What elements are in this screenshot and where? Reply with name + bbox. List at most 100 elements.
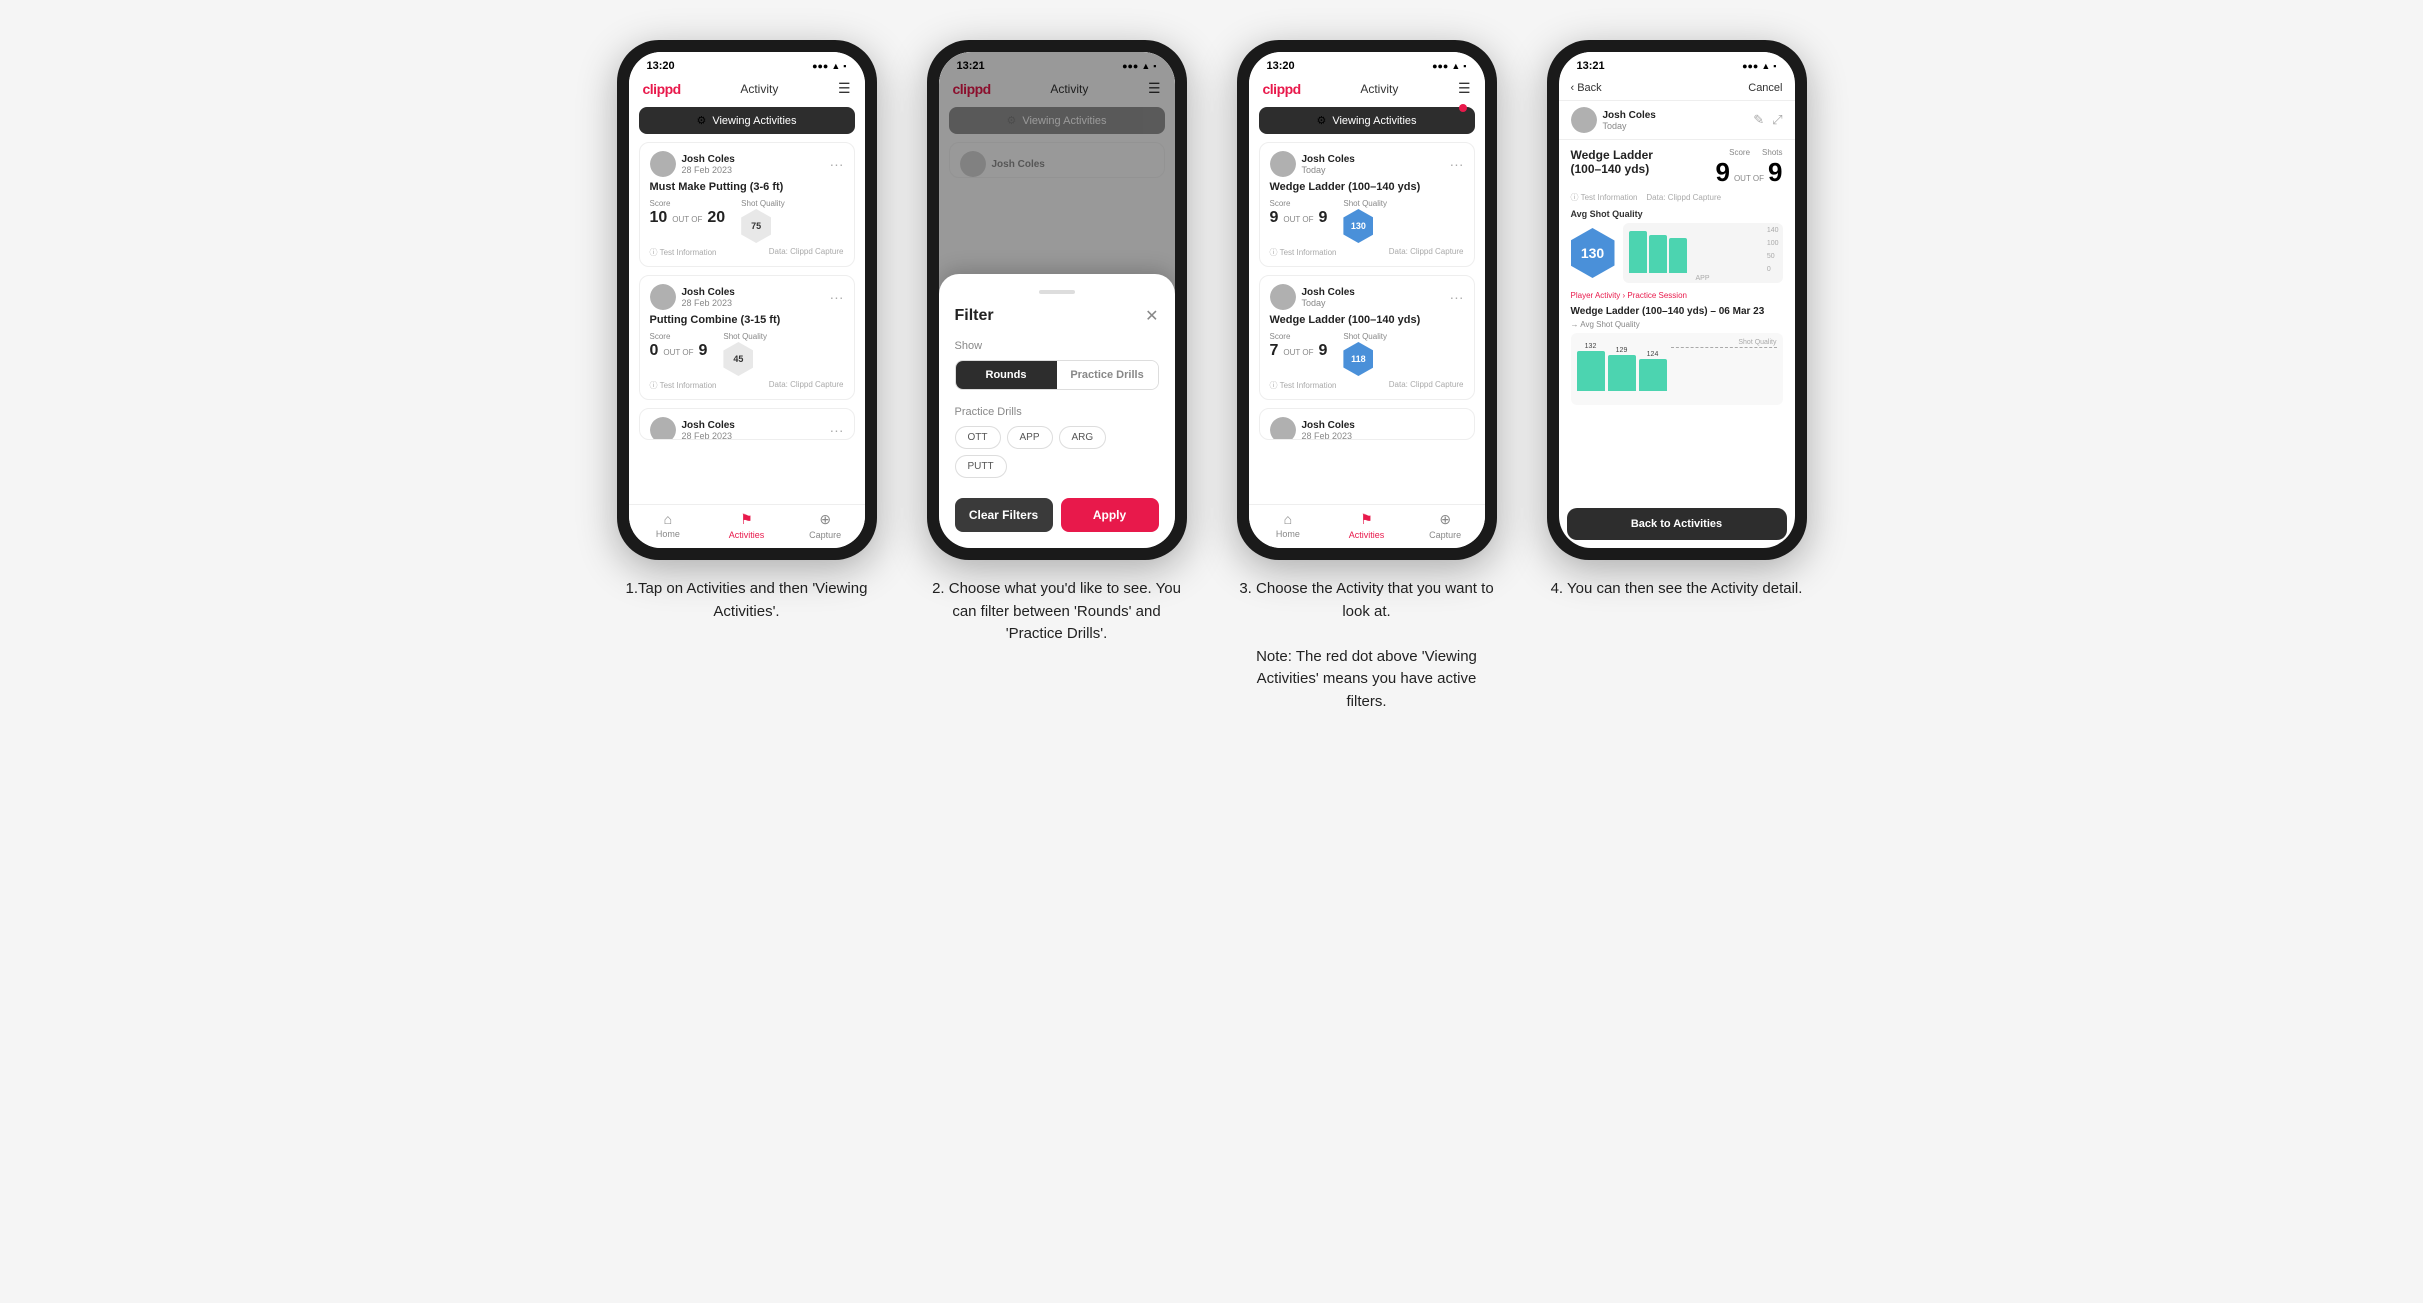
back-btn-4[interactable]: ‹ Back [1571,82,1602,94]
drill-name-3-2: Wedge Ladder (100–140 yds) [1270,314,1464,326]
active-filter-dot-3 [1459,104,1467,112]
bar-val-2-4: 129 [1616,347,1628,354]
score-stat-1-2: Score 0 OUT OF 9 [650,332,708,360]
phone-3-section: 13:20 ●●● ▲ ▪ clippd Activity ☰ ⚙ View [1227,40,1507,713]
activity-card-3-3[interactable]: Josh Coles 28 Feb 2023 [1259,408,1475,440]
back-activities-btn-4[interactable]: Back to Activities [1567,508,1787,540]
more-options-1-3[interactable]: ··· [830,422,844,438]
user-name-1-1: Josh Coles [682,154,735,165]
card-footer-3-2: ⓘ Test Information Data: Clippd Capture [1270,380,1464,391]
menu-icon-1[interactable]: ☰ [838,80,851,97]
more-options-1-1[interactable]: ··· [830,156,844,172]
bar-val-3-4: 124 [1647,351,1659,358]
filter-header: Filter ✕ [955,306,1159,326]
show-toggle: Rounds Practice Drills [955,360,1159,390]
header-title-3: Activity [1360,82,1398,96]
nav-home-1[interactable]: ⌂ Home [629,511,708,540]
score-value-3-1: 9 [1270,209,1279,227]
menu-icon-3[interactable]: ☰ [1458,80,1471,97]
cancel-btn-4[interactable]: Cancel [1748,82,1782,94]
chart-bar-2-4 [1608,355,1636,391]
viewing-banner-3[interactable]: ⚙ Viewing Activities [1259,107,1475,134]
sq-label-1-2: Shot Quality [723,332,767,341]
nav-home-3[interactable]: ⌂ Home [1249,511,1328,540]
phone-2-frame: 13:21 ●●● ▲ ▪ clippd Activity ☰ ⚙ View [927,40,1187,560]
card-footer-1-1: ⓘ Test Information Data: Clippd Capture [650,247,844,258]
avatar-3-1 [1270,151,1296,177]
activity-card-3-1[interactable]: Josh Coles Today ··· Wedge Ladder (100–1… [1259,142,1475,267]
avg-line-4 [1671,347,1777,348]
expand-icon-4[interactable]: ⤢ [1772,112,1782,128]
status-bar-1: 13:20 ●●● ▲ ▪ [629,52,865,76]
avatar-3-3 [1270,417,1296,440]
nav-capture-3[interactable]: ⊕ Capture [1406,511,1485,540]
user-info-1-2: Josh Coles 28 Feb 2023 [650,284,735,310]
tag-app[interactable]: APP [1007,426,1053,449]
tag-putt[interactable]: PUTT [955,455,1007,478]
out-of-3-2: OUT OF [1283,348,1313,357]
stats-row-3-1: Score 9 OUT OF 9 Shot Quality 130 [1270,199,1464,243]
tag-arg[interactable]: ARG [1059,426,1107,449]
out-of-1-1: OUT OF [672,215,702,224]
score-value-1-2: 0 [650,342,659,360]
clear-filters-btn[interactable]: Clear Filters [955,498,1053,532]
user-date-3-1: Today [1302,165,1355,175]
more-options-3-2[interactable]: ··· [1450,289,1464,305]
more-options-1-2[interactable]: ··· [830,289,844,305]
nav-capture-1[interactable]: ⊕ Capture [786,511,865,540]
main-shots-4: 9 [1768,157,1782,188]
apply-btn[interactable]: Apply [1061,498,1159,532]
activity-card-1-2[interactable]: Josh Coles 28 Feb 2023 ··· Putting Combi… [639,275,855,400]
more-options-3-1[interactable]: ··· [1450,156,1464,172]
user-date-1-2: 28 Feb 2023 [682,298,735,308]
sq-stat-3-1: Shot Quality 130 [1343,199,1387,243]
drill-tags: OTT APP ARG PUTT [955,426,1159,478]
app-header-3: clippd Activity ☰ [1249,76,1485,103]
header-title-1: Activity [740,82,778,96]
score-col-label-4: Score [1729,148,1750,157]
stats-row-1-2: Score 0 OUT OF 9 Shot Quality 45 [650,332,844,376]
user-date-3-3: 28 Feb 2023 [1302,431,1355,441]
avg-sq-label-4: Avg Shot Quality [1571,209,1783,219]
edit-icon-4[interactable]: ✎ [1753,112,1764,128]
sq-stat-3-2: Shot Quality 118 [1343,332,1387,376]
user-info-4: Josh Coles Today [1571,107,1656,133]
nav-activities-3[interactable]: ⚑ Activities [1327,511,1406,540]
info-text-3-2: ⓘ Test Information [1270,380,1337,391]
user-date-1-1: 28 Feb 2023 [682,165,735,175]
session-link-4[interactable]: Player Activity › Practice Session [1571,291,1783,300]
phone-2-screen: 13:21 ●●● ▲ ▪ clippd Activity ☰ ⚙ View [939,52,1175,548]
activity-card-1-3[interactable]: Josh Coles 28 Feb 2023 ··· [639,408,855,440]
tag-ott[interactable]: OTT [955,426,1001,449]
status-time-4: 13:21 [1577,60,1605,72]
filter-handle [1039,290,1075,294]
card-header-1-3: Josh Coles 28 Feb 2023 ··· [650,417,844,440]
phone-1-screen: 13:20 ●●● ▲ ▪ clippd Activity ☰ ⚙ View [629,52,865,548]
shots-col-label-4: Shots [1762,148,1782,157]
nav-activities-label-3: Activities [1349,530,1385,540]
avatar-1-1 [650,151,676,177]
activity-card-1-1[interactable]: Josh Coles 28 Feb 2023 ··· Must Make Put… [639,142,855,267]
card-header-3-3: Josh Coles 28 Feb 2023 [1270,417,1464,440]
stats-row-1-1: Score 10 OUT OF 20 Shot Quality 75 [650,199,844,243]
score-label-3-1: Score [1270,199,1328,208]
sq-stat-1-2: Shot Quality 45 [723,332,767,376]
chart-sub-label-4: → Avg Shot Quality [1571,320,1783,329]
filter-close-btn[interactable]: ✕ [1145,306,1158,326]
chart-title-4: Wedge Ladder (100–140 yds) – 06 Mar 23 [1571,306,1783,317]
filter-actions: Clear Filters Apply [955,498,1159,532]
bottom-nav-3: ⌂ Home ⚑ Activities ⊕ Capture [1249,504,1485,548]
nav-activities-1[interactable]: ⚑ Activities [707,511,786,540]
shots-value-3-1: 9 [1318,209,1327,227]
status-icons-3: ●●● ▲ ▪ [1432,61,1466,71]
activities-icon-1: ⚑ [740,511,753,528]
out-of-label-4: OUT OF [1734,174,1764,183]
data-text-3-1: Data: Clippd Capture [1389,247,1464,258]
activity-card-3-2[interactable]: Josh Coles Today ··· Wedge Ladder (100–1… [1259,275,1475,400]
rounds-btn[interactable]: Rounds [956,361,1057,389]
main-score-4: 9 [1715,157,1729,188]
nav-capture-label-1: Capture [809,530,841,540]
user-info-3-2: Josh Coles Today [1270,284,1355,310]
practice-drills-btn[interactable]: Practice Drills [1057,361,1158,389]
viewing-banner-1[interactable]: ⚙ Viewing Activities [639,107,855,134]
